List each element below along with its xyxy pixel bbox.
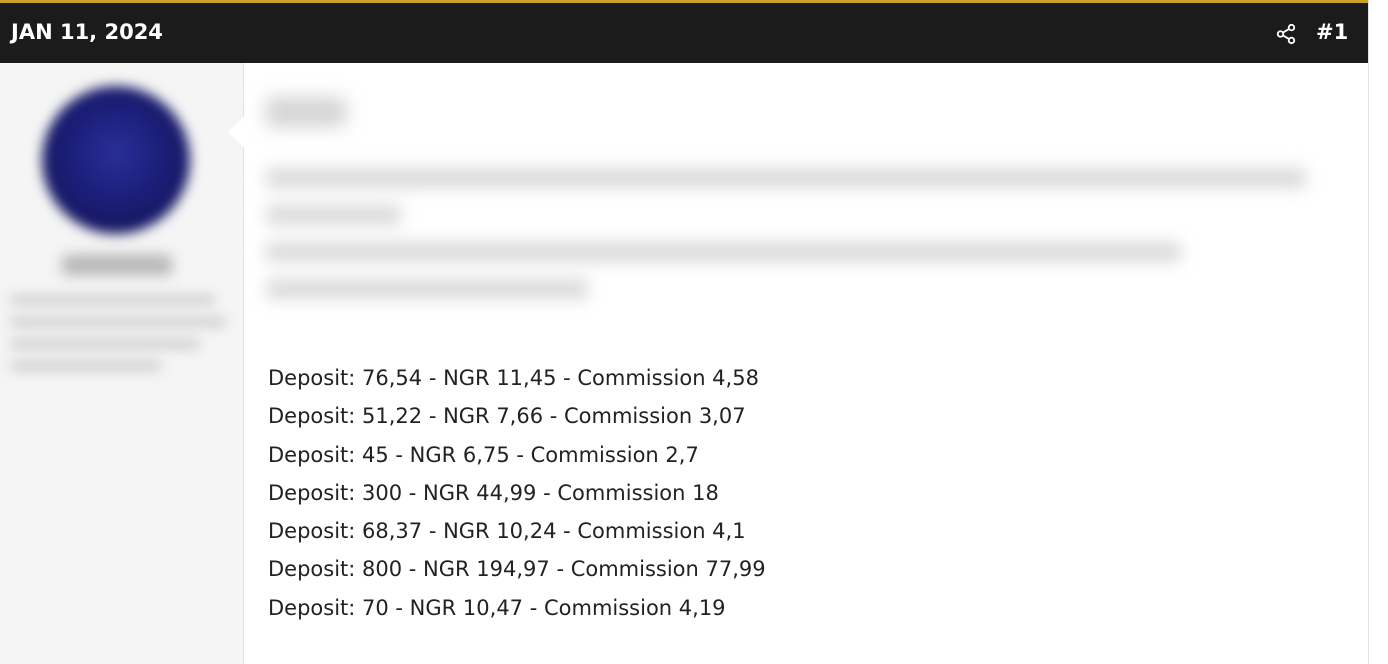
forum-post: JAN 11, 2024 #1 Deposit: 76,54 - NGR 11,… [0, 0, 1369, 664]
post-date: JAN 11, 2024 [11, 20, 163, 44]
deposit-line: Deposit: 45 - NGR 6,75 - Commission 2,7 [268, 442, 699, 467]
deposit-line: Deposit: 300 - NGR 44,99 - Commission 18 [268, 480, 719, 505]
greeting-blurred [266, 97, 346, 127]
post-content: Deposit: 76,54 - NGR 11,45 - Commission … [266, 63, 1356, 664]
deposit-line: Deposit: 51,22 - NGR 7,66 - Commission 3… [268, 404, 746, 429]
message-arrow [228, 115, 245, 149]
deposit-line: Deposit: 70 - NGR 10,47 - Commission 4,1… [268, 595, 726, 620]
deposit-line: Deposit: 68,37 - NGR 10,24 - Commission … [268, 519, 746, 544]
paragraph-blurred [266, 168, 1306, 328]
avatar[interactable] [42, 86, 190, 234]
share-icon[interactable] [1275, 23, 1297, 45]
user-panel [0, 63, 244, 664]
post-number-link[interactable]: #1 [1316, 20, 1348, 44]
user-info-blurred [10, 295, 226, 387]
deposit-line: Deposit: 76,54 - NGR 11,45 - Commission … [268, 366, 759, 390]
username-blurred [62, 255, 172, 275]
post-header: JAN 11, 2024 #1 [0, 0, 1368, 63]
deposit-line: Deposit: 800 - NGR 194,97 - Commission 7… [268, 557, 766, 582]
deposit-list: Deposit: 76,54 - NGR 11,45 - Commission … [268, 359, 766, 627]
